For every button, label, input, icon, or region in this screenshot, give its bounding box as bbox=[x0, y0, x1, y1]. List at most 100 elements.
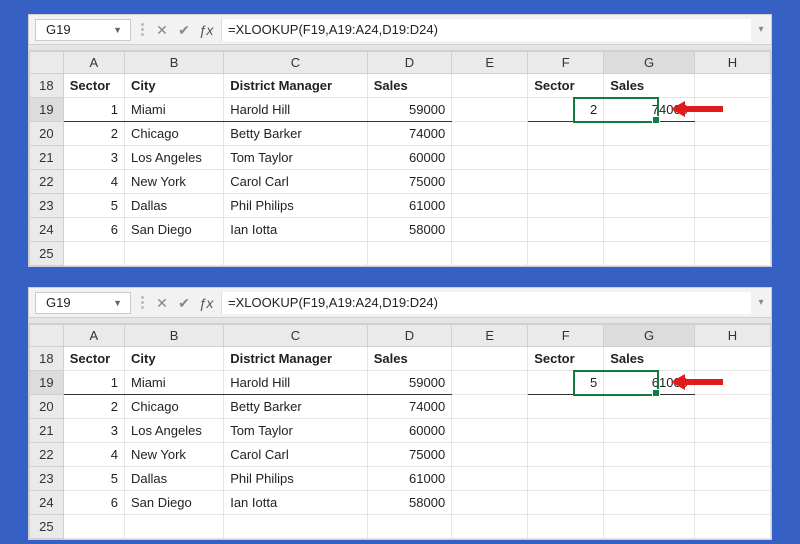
cell[interactable] bbox=[452, 347, 528, 371]
cell[interactable]: San Diego bbox=[124, 218, 223, 242]
cell[interactable] bbox=[604, 419, 695, 443]
cell[interactable] bbox=[604, 491, 695, 515]
table-row[interactable]: 20 2 Chicago Betty Barker 74000 bbox=[30, 122, 771, 146]
column-header-row[interactable]: A B C D E F G H bbox=[30, 325, 771, 347]
cell[interactable] bbox=[604, 395, 695, 419]
cell[interactable] bbox=[528, 194, 604, 218]
cell[interactable] bbox=[528, 491, 604, 515]
cell[interactable] bbox=[604, 218, 695, 242]
cell[interactable] bbox=[452, 491, 528, 515]
cell[interactable] bbox=[452, 419, 528, 443]
row-num[interactable]: 24 bbox=[30, 491, 64, 515]
table-row[interactable]: 23 5 Dallas Phil Philips 61000 bbox=[30, 467, 771, 491]
cell[interactable]: Sales bbox=[367, 74, 451, 98]
cell[interactable]: Ian Iotta bbox=[224, 491, 368, 515]
cell[interactable]: 75000 bbox=[367, 443, 451, 467]
table-row[interactable]: 24 6 San Diego Ian Iotta 58000 bbox=[30, 218, 771, 242]
spreadsheet-grid[interactable]: A B C D E F G H 18 Sector City District … bbox=[29, 324, 771, 539]
table-row[interactable]: 19 1 Miami Harold Hill 59000 5 61000 bbox=[30, 371, 771, 395]
col-C[interactable]: C bbox=[224, 52, 368, 74]
cell[interactable] bbox=[604, 515, 695, 539]
table-row[interactable]: 22 4 New York Carol Carl 75000 bbox=[30, 443, 771, 467]
cell[interactable] bbox=[694, 74, 770, 98]
cell[interactable]: Carol Carl bbox=[224, 443, 368, 467]
cell[interactable] bbox=[694, 122, 770, 146]
cell[interactable]: Sector bbox=[528, 74, 604, 98]
cell[interactable] bbox=[452, 515, 528, 539]
col-D[interactable]: D bbox=[367, 52, 451, 74]
cancel-icon[interactable]: ✕ bbox=[151, 23, 173, 37]
cell[interactable] bbox=[694, 170, 770, 194]
cell[interactable]: 4 bbox=[63, 170, 124, 194]
cell[interactable] bbox=[694, 419, 770, 443]
spreadsheet-grid[interactable]: A B C D E F G H 18 Sector City District … bbox=[29, 51, 771, 266]
accept-icon[interactable]: ✔ bbox=[173, 296, 195, 310]
cell[interactable]: Chicago bbox=[124, 122, 223, 146]
cell[interactable] bbox=[224, 515, 368, 539]
cell[interactable]: Miami bbox=[124, 98, 223, 122]
row-num[interactable]: 25 bbox=[30, 242, 64, 266]
cell[interactable]: Sector bbox=[63, 347, 124, 371]
cell[interactable]: 6 bbox=[63, 491, 124, 515]
cell[interactable]: Chicago bbox=[124, 395, 223, 419]
cell[interactable] bbox=[528, 467, 604, 491]
cell[interactable]: City bbox=[124, 347, 223, 371]
cell[interactable]: Dallas bbox=[124, 194, 223, 218]
cell[interactable]: Tom Taylor bbox=[224, 146, 368, 170]
cell[interactable] bbox=[694, 443, 770, 467]
cell[interactable] bbox=[452, 242, 528, 266]
cell[interactable]: San Diego bbox=[124, 491, 223, 515]
cell[interactable] bbox=[367, 515, 451, 539]
select-all-corner[interactable] bbox=[30, 325, 64, 347]
cell[interactable] bbox=[124, 515, 223, 539]
cell[interactable]: 3 bbox=[63, 419, 124, 443]
cell-lookup-f[interactable]: 5 bbox=[528, 371, 604, 395]
fx-icon[interactable]: ƒx bbox=[195, 23, 217, 37]
cell[interactable]: 75000 bbox=[367, 170, 451, 194]
cell[interactable] bbox=[604, 194, 695, 218]
cell[interactable]: 59000 bbox=[367, 371, 451, 395]
cell[interactable] bbox=[224, 242, 368, 266]
cell[interactable] bbox=[694, 467, 770, 491]
row-num[interactable]: 23 bbox=[30, 467, 64, 491]
cell[interactable] bbox=[694, 194, 770, 218]
select-all-corner[interactable] bbox=[30, 52, 64, 74]
cell[interactable]: 1 bbox=[63, 98, 124, 122]
cell[interactable]: 58000 bbox=[367, 218, 451, 242]
expand-formula-bar-icon[interactable]: ▾ bbox=[751, 24, 771, 35]
cell[interactable]: District Manager bbox=[224, 74, 368, 98]
cell-lookup-f[interactable]: 2 bbox=[528, 98, 604, 122]
cell[interactable] bbox=[452, 467, 528, 491]
cell[interactable]: Sales bbox=[604, 74, 695, 98]
table-row[interactable]: 18 Sector City District Manager Sales Se… bbox=[30, 74, 771, 98]
cell[interactable]: 5 bbox=[63, 194, 124, 218]
cell[interactable] bbox=[528, 419, 604, 443]
table-row[interactable]: 20 2 Chicago Betty Barker 74000 bbox=[30, 395, 771, 419]
cell[interactable] bbox=[604, 170, 695, 194]
cell[interactable]: Harold Hill bbox=[224, 371, 368, 395]
row-num[interactable]: 19 bbox=[30, 98, 64, 122]
expand-formula-bar-icon[interactable]: ▾ bbox=[751, 297, 771, 308]
cell[interactable]: New York bbox=[124, 170, 223, 194]
cell[interactable] bbox=[452, 395, 528, 419]
cell[interactable] bbox=[452, 146, 528, 170]
cell[interactable] bbox=[452, 74, 528, 98]
col-A[interactable]: A bbox=[63, 325, 124, 347]
row-num[interactable]: 20 bbox=[30, 122, 64, 146]
col-H[interactable]: H bbox=[694, 52, 770, 74]
cell[interactable]: Phil Philips bbox=[224, 194, 368, 218]
row-num[interactable]: 23 bbox=[30, 194, 64, 218]
col-B[interactable]: B bbox=[124, 52, 223, 74]
name-box-dropdown-icon[interactable]: ▼ bbox=[113, 25, 122, 35]
table-row[interactable]: 25 bbox=[30, 515, 771, 539]
cell[interactable] bbox=[452, 443, 528, 467]
cell[interactable]: 60000 bbox=[367, 419, 451, 443]
cell[interactable] bbox=[694, 515, 770, 539]
cell[interactable] bbox=[694, 146, 770, 170]
cell[interactable]: Miami bbox=[124, 371, 223, 395]
col-E[interactable]: E bbox=[452, 52, 528, 74]
cell[interactable]: 1 bbox=[63, 371, 124, 395]
row-num[interactable]: 20 bbox=[30, 395, 64, 419]
row-num[interactable]: 21 bbox=[30, 146, 64, 170]
formula-input[interactable]: =XLOOKUP(F19,A19:A24,D19:D24) bbox=[221, 292, 751, 314]
